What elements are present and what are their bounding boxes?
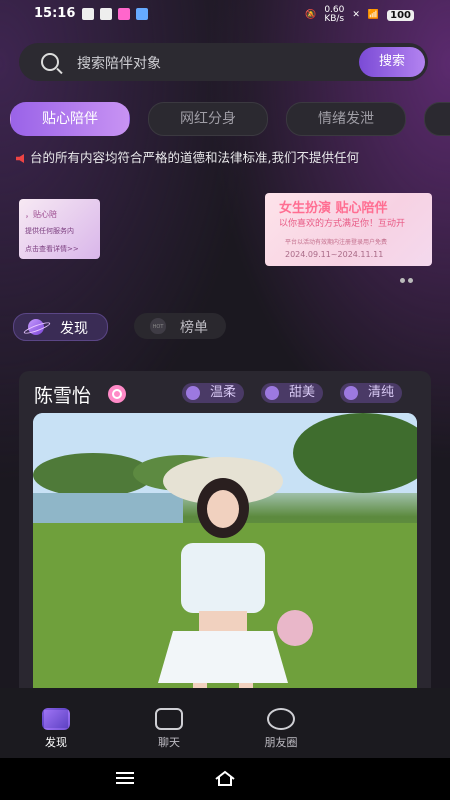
system-nav-bar	[0, 758, 450, 800]
flower-icon	[186, 386, 200, 400]
tag-sweet: 甜美	[261, 383, 324, 403]
banner-left-line: 点击查看详情>>	[25, 245, 79, 253]
carousel-dots	[400, 268, 416, 287]
notice-text: 台的所有内容均符合严格的道德和法律标准,我们不提供任何	[30, 150, 359, 165]
banner-left[interactable]: ，贴心陪 提供任何服务内 点击查看详情>>	[19, 199, 100, 259]
tab-companion[interactable]: 贴心陪伴	[10, 102, 130, 136]
tab-discover[interactable]: 发现	[13, 313, 108, 341]
tab-discover-label: 发现	[60, 321, 88, 337]
tab-rank-label: 榜单	[180, 320, 208, 336]
nav-moments[interactable]: 朋友圈	[251, 708, 311, 750]
nav-discover-label: 发现	[45, 736, 67, 749]
notice-marquee: 台的所有内容均符合严格的道德和法律标准,我们不提供任何	[16, 147, 450, 165]
planet-icon	[28, 319, 44, 335]
nav-discover[interactable]: 发现	[26, 708, 86, 750]
tab-influencer[interactable]: 网红分身	[148, 102, 268, 136]
tab-rank[interactable]: HOT 榜单	[134, 313, 226, 339]
mute-icon: 🔕	[305, 10, 317, 20]
category-tabs: 贴心陪伴 网红分身 情绪发泄	[10, 102, 450, 136]
app-notification-icon	[118, 8, 130, 20]
nav-chat[interactable]: 聊天	[139, 708, 199, 750]
photo-illustration	[33, 413, 417, 701]
tab-more[interactable]	[424, 102, 450, 136]
female-icon	[108, 385, 126, 403]
bottom-nav: 发现 聊天 朋友圈	[0, 688, 450, 758]
wifi-icon: 📶	[367, 10, 380, 20]
search-bar[interactable]: 搜索陪伴对象 搜索	[19, 43, 428, 81]
status-time: 15:16	[34, 6, 76, 21]
flower-icon	[344, 386, 358, 400]
chat-icon	[155, 708, 183, 730]
banner-date: 2024.09.11~2024.11.11	[285, 250, 384, 259]
search-icon	[41, 53, 59, 71]
banner-left-line: ，贴心陪	[25, 210, 57, 219]
profile-card[interactable]: 陈雪怡 温柔 甜美 清纯	[19, 371, 431, 701]
discover-icon	[42, 708, 70, 730]
banner-subtitle: 以你喜欢的方式满足你！互动开	[279, 219, 406, 229]
hot-icon: HOT	[150, 318, 166, 334]
banner-left-line: 提供任何服务内	[25, 227, 74, 235]
banner-title: 女生扮演 贴心陪伴	[279, 201, 388, 216]
profile-name: 陈雪怡	[34, 385, 92, 407]
flower-icon	[265, 386, 279, 400]
notification-icon	[82, 8, 94, 20]
banner-right[interactable]: 女生扮演 贴心陪伴 以你喜欢的方式满足你！互动开 平台以活动有效期内注册登录用户…	[265, 193, 432, 266]
speaker-icon	[16, 154, 24, 163]
banner-note: 平台以活动有效期内注册登录用户免费	[285, 239, 388, 246]
menu-icon[interactable]	[116, 772, 134, 784]
search-input[interactable]: 搜索陪伴对象	[77, 53, 161, 73]
status-bar: 15:16 🔕 0.60 KB/s ✕ 📶 100	[0, 0, 450, 28]
tab-emotion[interactable]: 情绪发泄	[286, 102, 406, 136]
tag-gentle: 温柔	[182, 383, 245, 403]
moments-icon	[267, 708, 295, 730]
battery-icon: 100	[387, 9, 414, 21]
net-speed: 0.60 KB/s	[324, 5, 345, 24]
search-button[interactable]: 搜索	[359, 47, 425, 77]
profile-photo[interactable]	[33, 413, 417, 701]
tag-pure: 清纯	[340, 383, 403, 403]
notification-icon	[100, 8, 112, 20]
sim-icon: ✕	[352, 10, 360, 20]
translate-icon	[136, 8, 148, 20]
nav-chat-label: 聊天	[158, 736, 180, 749]
home-icon[interactable]	[214, 770, 236, 786]
nav-moments-label: 朋友圈	[264, 736, 298, 749]
